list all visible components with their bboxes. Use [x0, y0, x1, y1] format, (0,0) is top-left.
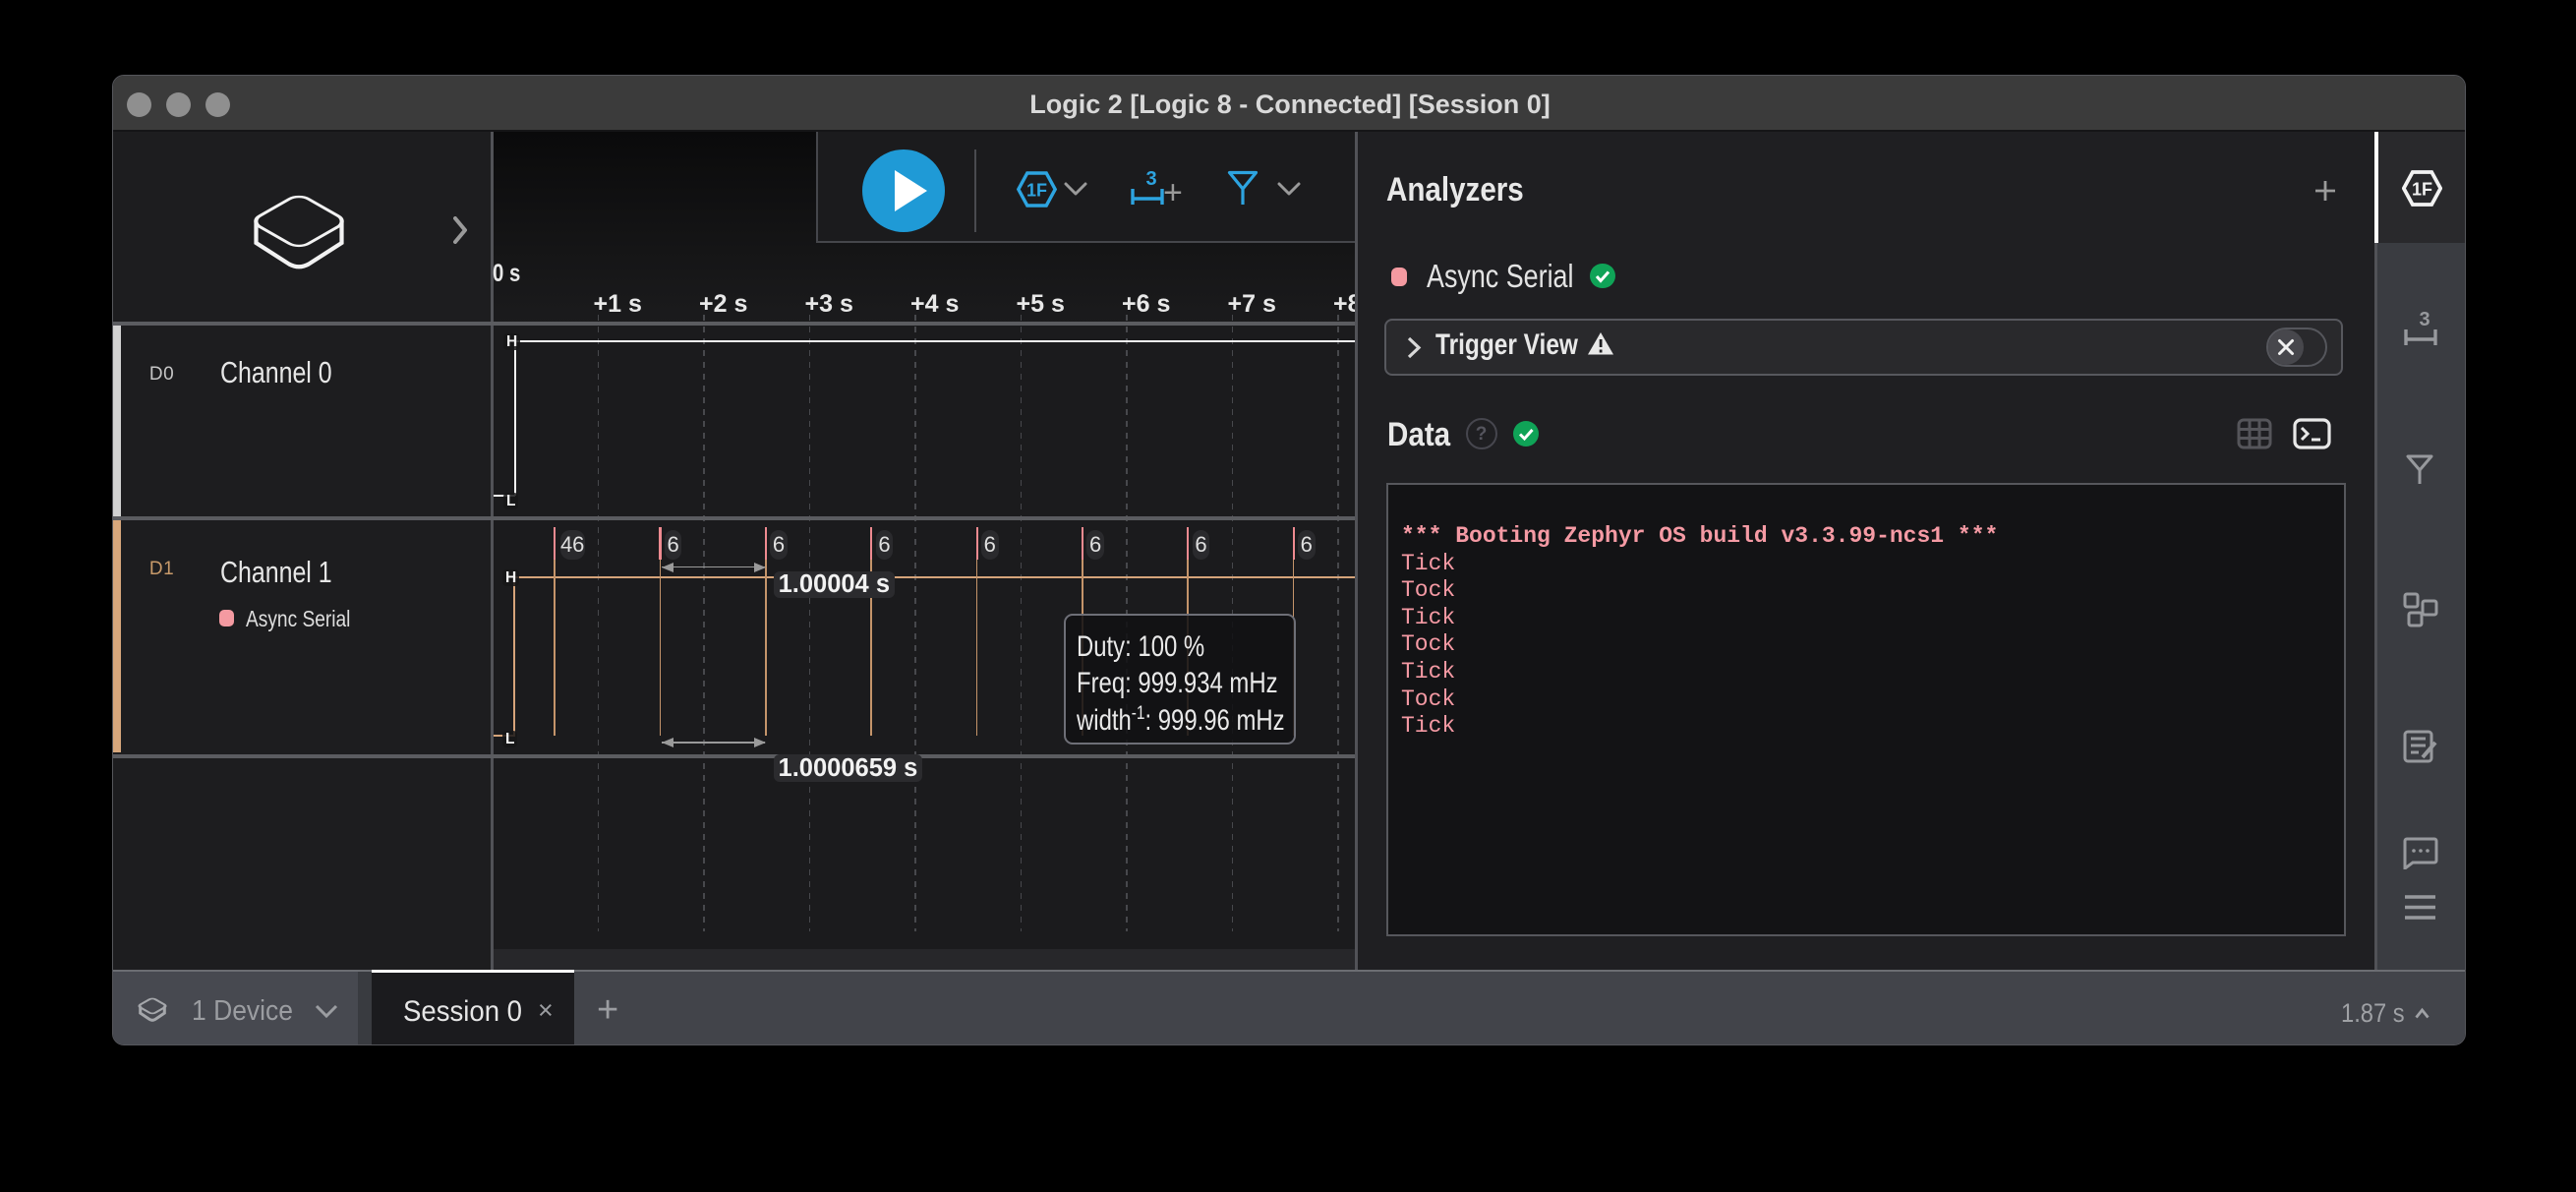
svg-text:3: 3	[2419, 310, 2430, 330]
svg-text:3: 3	[1145, 169, 1156, 190]
svg-text:1F: 1F	[2412, 180, 2432, 200]
svg-text:1F: 1F	[1026, 181, 1047, 201]
